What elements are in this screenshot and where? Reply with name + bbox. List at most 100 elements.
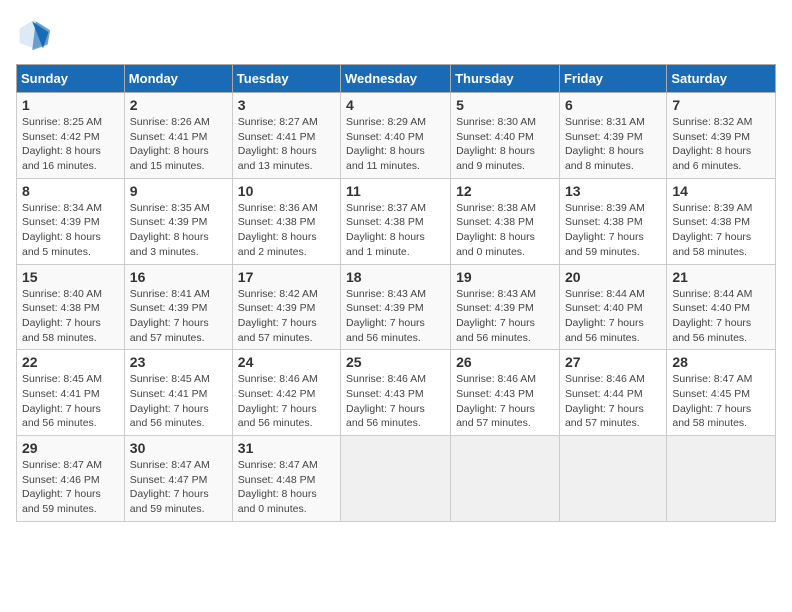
day-number: 19 [456,269,554,285]
day-number: 23 [130,354,227,370]
day-info: Sunrise: 8:25 AM Sunset: 4:42 PM Dayligh… [22,115,119,174]
day-number: 15 [22,269,119,285]
calendar-week-row: 8 Sunrise: 8:34 AM Sunset: 4:39 PM Dayli… [17,178,776,264]
calendar-cell [667,436,776,522]
day-info: Sunrise: 8:36 AM Sunset: 4:38 PM Dayligh… [238,201,335,260]
day-number: 11 [346,183,445,199]
calendar-cell: 19 Sunrise: 8:43 AM Sunset: 4:39 PM Dayl… [451,264,560,350]
day-number: 12 [456,183,554,199]
day-header-wednesday: Wednesday [341,65,451,93]
calendar-cell: 25 Sunrise: 8:46 AM Sunset: 4:43 PM Dayl… [341,350,451,436]
calendar-cell: 23 Sunrise: 8:45 AM Sunset: 4:41 PM Dayl… [124,350,232,436]
day-info: Sunrise: 8:43 AM Sunset: 4:39 PM Dayligh… [456,287,554,346]
day-number: 24 [238,354,335,370]
calendar-cell: 26 Sunrise: 8:46 AM Sunset: 4:43 PM Dayl… [451,350,560,436]
calendar-cell: 24 Sunrise: 8:46 AM Sunset: 4:42 PM Dayl… [232,350,340,436]
day-number: 22 [22,354,119,370]
day-header-thursday: Thursday [451,65,560,93]
calendar-cell: 18 Sunrise: 8:43 AM Sunset: 4:39 PM Dayl… [341,264,451,350]
logo-icon [16,16,52,52]
calendar-cell: 8 Sunrise: 8:34 AM Sunset: 4:39 PM Dayli… [17,178,125,264]
day-number: 13 [565,183,661,199]
calendar-cell [559,436,666,522]
calendar-cell: 7 Sunrise: 8:32 AM Sunset: 4:39 PM Dayli… [667,93,776,179]
day-number: 1 [22,97,119,113]
day-number: 31 [238,440,335,456]
day-header-saturday: Saturday [667,65,776,93]
day-number: 10 [238,183,335,199]
day-number: 26 [456,354,554,370]
day-info: Sunrise: 8:30 AM Sunset: 4:40 PM Dayligh… [456,115,554,174]
day-info: Sunrise: 8:26 AM Sunset: 4:41 PM Dayligh… [130,115,227,174]
day-info: Sunrise: 8:39 AM Sunset: 4:38 PM Dayligh… [565,201,661,260]
day-info: Sunrise: 8:38 AM Sunset: 4:38 PM Dayligh… [456,201,554,260]
calendar-cell: 31 Sunrise: 8:47 AM Sunset: 4:48 PM Dayl… [232,436,340,522]
day-number: 29 [22,440,119,456]
day-info: Sunrise: 8:46 AM Sunset: 4:43 PM Dayligh… [346,372,445,431]
calendar-header-row: SundayMondayTuesdayWednesdayThursdayFrid… [17,65,776,93]
day-header-monday: Monday [124,65,232,93]
calendar-cell: 2 Sunrise: 8:26 AM Sunset: 4:41 PM Dayli… [124,93,232,179]
day-info: Sunrise: 8:40 AM Sunset: 4:38 PM Dayligh… [22,287,119,346]
calendar-cell: 30 Sunrise: 8:47 AM Sunset: 4:47 PM Dayl… [124,436,232,522]
day-info: Sunrise: 8:45 AM Sunset: 4:41 PM Dayligh… [22,372,119,431]
day-number: 30 [130,440,227,456]
day-info: Sunrise: 8:41 AM Sunset: 4:39 PM Dayligh… [130,287,227,346]
calendar-table: SundayMondayTuesdayWednesdayThursdayFrid… [16,64,776,522]
calendar-week-row: 29 Sunrise: 8:47 AM Sunset: 4:46 PM Dayl… [17,436,776,522]
calendar-week-row: 22 Sunrise: 8:45 AM Sunset: 4:41 PM Dayl… [17,350,776,436]
calendar-week-row: 15 Sunrise: 8:40 AM Sunset: 4:38 PM Dayl… [17,264,776,350]
day-number: 8 [22,183,119,199]
day-number: 28 [672,354,770,370]
day-number: 17 [238,269,335,285]
logo [16,16,56,52]
day-info: Sunrise: 8:39 AM Sunset: 4:38 PM Dayligh… [672,201,770,260]
calendar-cell: 10 Sunrise: 8:36 AM Sunset: 4:38 PM Dayl… [232,178,340,264]
day-info: Sunrise: 8:44 AM Sunset: 4:40 PM Dayligh… [565,287,661,346]
day-header-tuesday: Tuesday [232,65,340,93]
day-number: 14 [672,183,770,199]
calendar-week-row: 1 Sunrise: 8:25 AM Sunset: 4:42 PM Dayli… [17,93,776,179]
calendar-cell [341,436,451,522]
calendar-cell: 5 Sunrise: 8:30 AM Sunset: 4:40 PM Dayli… [451,93,560,179]
day-header-sunday: Sunday [17,65,125,93]
day-number: 16 [130,269,227,285]
day-number: 4 [346,97,445,113]
calendar-cell: 6 Sunrise: 8:31 AM Sunset: 4:39 PM Dayli… [559,93,666,179]
calendar-cell: 17 Sunrise: 8:42 AM Sunset: 4:39 PM Dayl… [232,264,340,350]
page-header [16,16,776,52]
day-info: Sunrise: 8:35 AM Sunset: 4:39 PM Dayligh… [130,201,227,260]
day-info: Sunrise: 8:46 AM Sunset: 4:42 PM Dayligh… [238,372,335,431]
calendar-cell: 11 Sunrise: 8:37 AM Sunset: 4:38 PM Dayl… [341,178,451,264]
day-number: 18 [346,269,445,285]
day-info: Sunrise: 8:32 AM Sunset: 4:39 PM Dayligh… [672,115,770,174]
calendar-cell: 9 Sunrise: 8:35 AM Sunset: 4:39 PM Dayli… [124,178,232,264]
day-info: Sunrise: 8:31 AM Sunset: 4:39 PM Dayligh… [565,115,661,174]
day-info: Sunrise: 8:46 AM Sunset: 4:44 PM Dayligh… [565,372,661,431]
day-info: Sunrise: 8:27 AM Sunset: 4:41 PM Dayligh… [238,115,335,174]
day-info: Sunrise: 8:34 AM Sunset: 4:39 PM Dayligh… [22,201,119,260]
day-header-friday: Friday [559,65,666,93]
day-info: Sunrise: 8:42 AM Sunset: 4:39 PM Dayligh… [238,287,335,346]
calendar-cell: 20 Sunrise: 8:44 AM Sunset: 4:40 PM Dayl… [559,264,666,350]
day-number: 6 [565,97,661,113]
day-info: Sunrise: 8:47 AM Sunset: 4:48 PM Dayligh… [238,458,335,517]
calendar-cell: 14 Sunrise: 8:39 AM Sunset: 4:38 PM Dayl… [667,178,776,264]
day-number: 2 [130,97,227,113]
day-number: 7 [672,97,770,113]
day-info: Sunrise: 8:47 AM Sunset: 4:47 PM Dayligh… [130,458,227,517]
calendar-cell: 27 Sunrise: 8:46 AM Sunset: 4:44 PM Dayl… [559,350,666,436]
day-number: 20 [565,269,661,285]
calendar-cell: 21 Sunrise: 8:44 AM Sunset: 4:40 PM Dayl… [667,264,776,350]
calendar-cell: 15 Sunrise: 8:40 AM Sunset: 4:38 PM Dayl… [17,264,125,350]
calendar-cell: 4 Sunrise: 8:29 AM Sunset: 4:40 PM Dayli… [341,93,451,179]
day-info: Sunrise: 8:44 AM Sunset: 4:40 PM Dayligh… [672,287,770,346]
calendar-cell: 3 Sunrise: 8:27 AM Sunset: 4:41 PM Dayli… [232,93,340,179]
day-number: 27 [565,354,661,370]
day-info: Sunrise: 8:47 AM Sunset: 4:45 PM Dayligh… [672,372,770,431]
day-number: 5 [456,97,554,113]
calendar-cell: 16 Sunrise: 8:41 AM Sunset: 4:39 PM Dayl… [124,264,232,350]
calendar-cell: 28 Sunrise: 8:47 AM Sunset: 4:45 PM Dayl… [667,350,776,436]
calendar-cell [451,436,560,522]
day-number: 25 [346,354,445,370]
